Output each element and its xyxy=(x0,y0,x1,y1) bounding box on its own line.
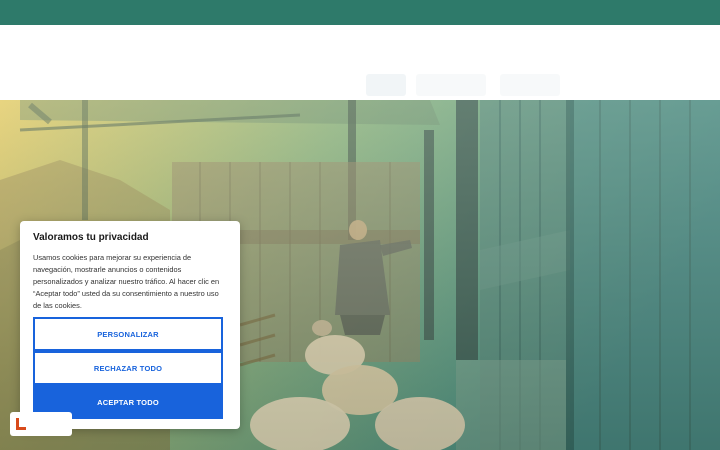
customize-button[interactable]: PERSONALIZAR xyxy=(33,317,223,351)
cookie-description: Usamos cookies para mejorar su experienc… xyxy=(33,253,220,310)
top-bar xyxy=(0,0,720,25)
nav-item-3[interactable] xyxy=(500,74,560,96)
nav-item-1[interactable] xyxy=(366,74,406,96)
site-header xyxy=(0,25,720,100)
cookie-title: Valoramos tu privacidad xyxy=(33,232,149,243)
reject-all-button[interactable]: RECHAZAR TODO xyxy=(33,351,223,385)
logo-mark-icon xyxy=(16,418,26,430)
revisit-consent-button[interactable] xyxy=(10,412,72,436)
cookie-consent-dialog: Valoramos tu privacidad Usamos cookies p… xyxy=(20,221,240,429)
nav-item-2[interactable] xyxy=(416,74,486,96)
